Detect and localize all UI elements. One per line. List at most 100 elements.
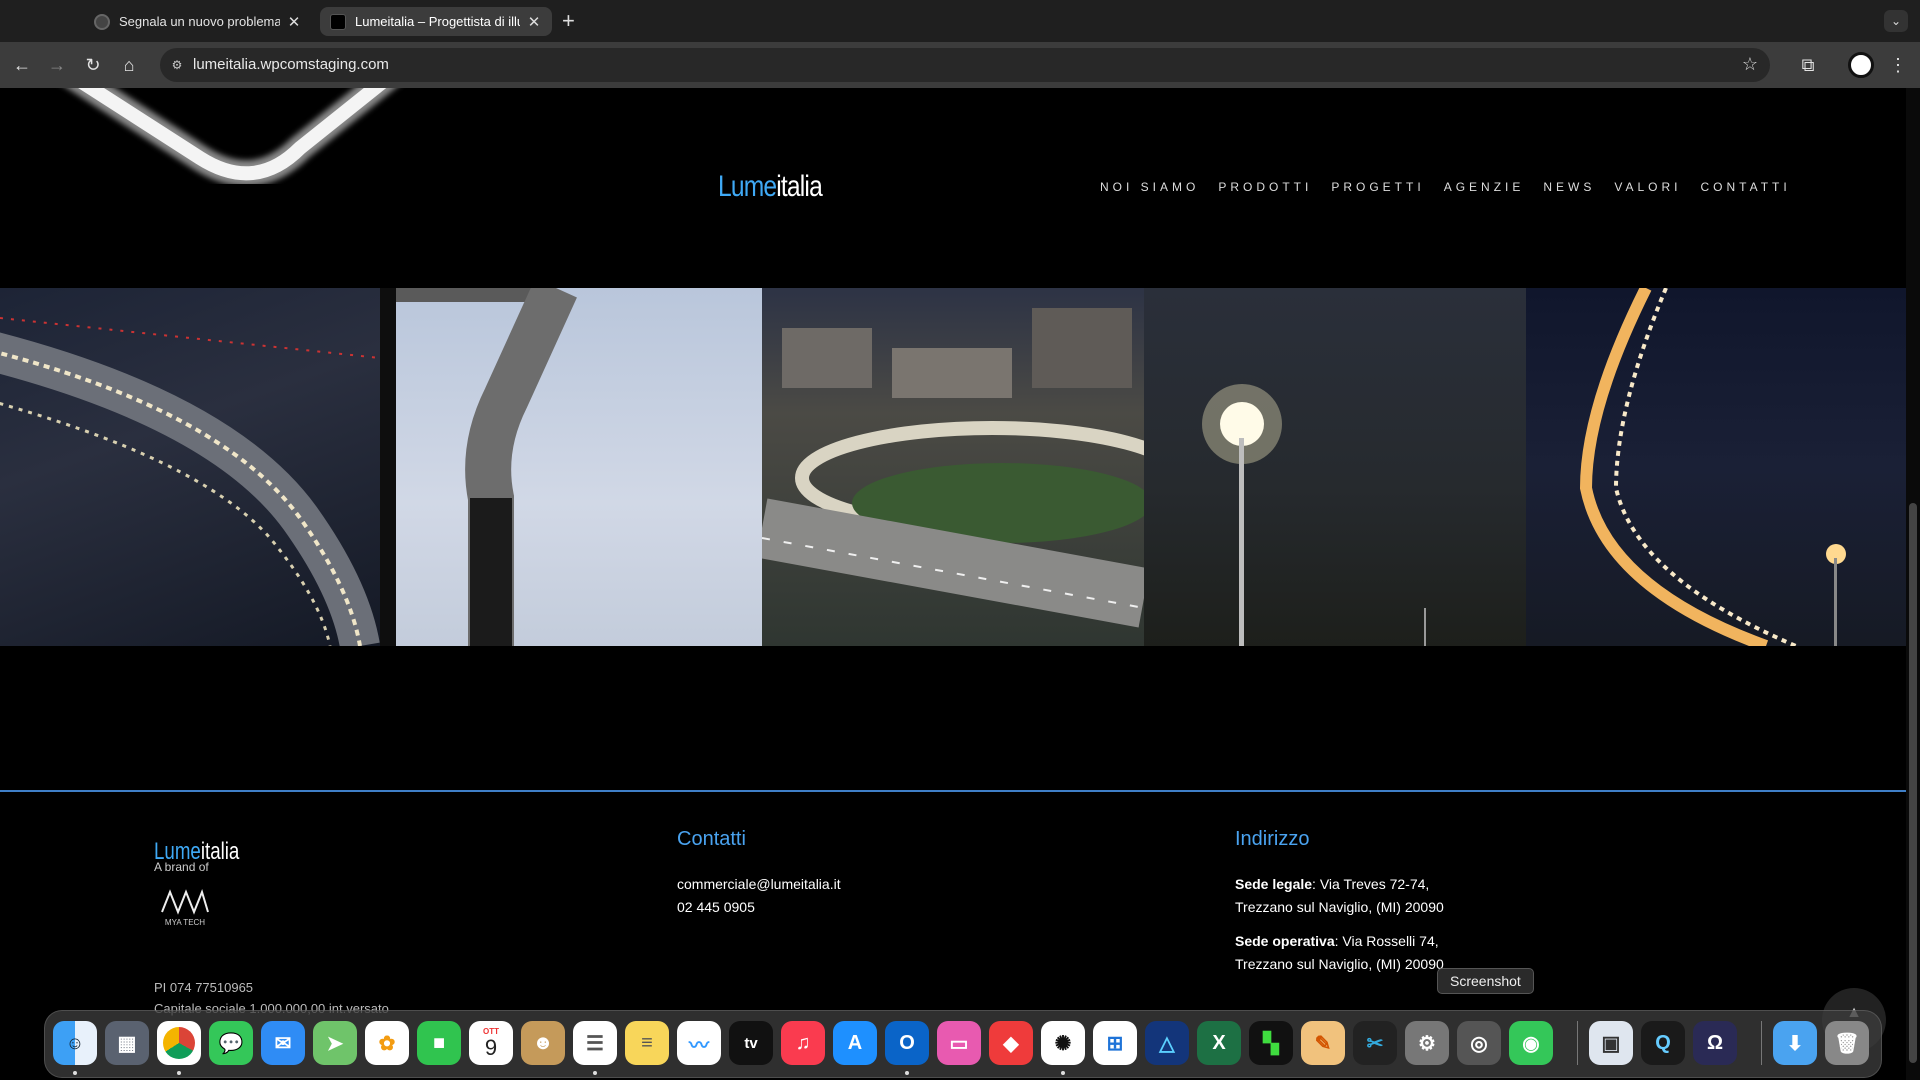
sede-operativa-city: Trezzano sul Naviglio, (MI) 20090 — [1235, 956, 1444, 972]
notes-icon[interactable]: ≡ — [625, 1021, 669, 1065]
mya-tech-logo[interactable]: MYA TECH — [158, 884, 212, 934]
contact-email-link[interactable]: commerciale@lumeitalia.it — [677, 873, 841, 896]
excel-icon[interactable]: X — [1197, 1021, 1241, 1065]
logo-part-1: Lume — [718, 170, 777, 203]
windows-app-icon[interactable]: ⊞ — [1093, 1021, 1137, 1065]
new-tab-icon[interactable]: + — [562, 8, 575, 34]
mail-icon[interactable]: ✉ — [261, 1021, 305, 1065]
mya-tech-mark-icon — [161, 888, 209, 915]
trash-icon[interactable]: 🗑 — [1825, 1021, 1869, 1065]
running-indicator — [593, 1071, 597, 1075]
project-image-strip — [0, 288, 1906, 646]
find-my-icon[interactable]: ◉ — [1509, 1021, 1553, 1065]
logo-part-2: italia — [776, 170, 822, 203]
nav-agenzie[interactable]: AGENZIE — [1444, 180, 1525, 194]
lumeitalia-favicon-icon — [330, 13, 346, 30]
bookmark-star-icon[interactable]: ☆ — [1742, 54, 1758, 75]
messages-icon[interactable]: 💬 — [209, 1021, 253, 1065]
quicktime-icon[interactable]: Q — [1641, 1021, 1685, 1065]
sede-legale-block: Sede legale: Via Treves 72-74, Trezzano … — [1235, 873, 1444, 919]
browser-tab-bar: Segnala un nuovo problema - ✕ Lumeitalia… — [0, 0, 1920, 42]
nav-contatti[interactable]: CONTATTI — [1701, 180, 1791, 194]
anydesk-icon[interactable]: ◆ — [989, 1021, 1033, 1065]
interchange-aerial-image[interactable] — [762, 288, 1144, 646]
tab-active[interactable]: Lumeitalia – Progettista di illu ✕ — [320, 7, 552, 36]
screenshot-tooltip: Screenshot — [1437, 968, 1534, 994]
dock-separator — [1761, 1021, 1762, 1065]
app-store-icon[interactable]: A — [833, 1021, 877, 1065]
tab-title: Segnala un nuovo problema - — [119, 14, 280, 29]
music-icon[interactable]: ♫ — [781, 1021, 825, 1065]
contatti-heading: Contatti — [677, 828, 746, 850]
pixelmator-icon[interactable]: ✎ — [1301, 1021, 1345, 1065]
partita-iva-text: PI 074 77510965 — [154, 980, 254, 995]
reminders-icon[interactable]: ☰ — [573, 1021, 617, 1065]
calendar-icon[interactable]: OTT 9 — [469, 1021, 513, 1065]
close-tab-icon[interactable]: ✕ — [526, 13, 542, 31]
system-settings-icon[interactable]: ⚙ — [1405, 1021, 1449, 1065]
preview-icon[interactable]: ▣ — [1589, 1021, 1633, 1065]
sede-operativa-block: Sede operativa: Via Rosselli 74, Trezzan… — [1235, 930, 1444, 976]
downloads-icon[interactable]: ⬇ — [1773, 1021, 1817, 1065]
mya-tech-label: MYA TECH — [164, 918, 206, 927]
chrome-icon[interactable] — [157, 1021, 201, 1065]
tab-search-chevron-icon[interactable]: ⌄ — [1884, 10, 1908, 32]
nav-noi-siamo[interactable]: NOI SIAMO — [1100, 180, 1199, 194]
sede-legale-city: Trezzano sul Naviglio, (MI) 20090 — [1235, 899, 1444, 915]
contact-phone-link[interactable]: 02 445 0905 — [677, 896, 841, 919]
keynote-icon[interactable]: ▭ — [937, 1021, 981, 1065]
forward-icon[interactable]: → — [43, 51, 71, 79]
home-icon[interactable]: ⌂ — [115, 51, 143, 79]
github-favicon-icon — [94, 13, 110, 30]
screenshot-icon[interactable]: ◎ — [1457, 1021, 1501, 1065]
street-lamp-image[interactable] — [380, 288, 762, 646]
tv-label: tv — [744, 1034, 758, 1052]
tv-icon[interactable]: tv — [729, 1021, 773, 1065]
highway-night-image-1[interactable] — [0, 288, 380, 646]
final-cut-icon[interactable]: ✂ — [1353, 1021, 1397, 1065]
sede-legale-street: : Via Treves 72-74, — [1312, 876, 1430, 892]
nav-valori[interactable]: VALORI — [1614, 180, 1681, 194]
facetime-icon[interactable]: ■ — [417, 1021, 461, 1065]
contatti-block: commerciale@lumeitalia.it 02 445 0905 — [677, 873, 841, 919]
back-icon[interactable]: ← — [8, 51, 36, 79]
extensions-icon[interactable]: ⧉ — [1794, 51, 1822, 79]
dictionary-icon[interactable]: Ω — [1693, 1021, 1737, 1065]
browser-toolbar: ← → ↻ ⌂ ⚙ lumeitalia.wpcomstaging.com ☆ … — [0, 42, 1920, 88]
outlook-icon[interactable]: O — [885, 1021, 929, 1065]
tab-title: Lumeitalia – Progettista di illu — [355, 14, 520, 29]
highway-night-image-2[interactable] — [1526, 288, 1906, 646]
profile-avatar[interactable] — [1848, 52, 1874, 78]
web-page: Lumeitalia NOI SIAMO PRODOTTI PROGETTI A… — [0, 88, 1906, 1080]
sede-operativa-label: Sede operativa — [1235, 933, 1335, 949]
affinity-designer-icon[interactable]: △ — [1145, 1021, 1189, 1065]
menu-kebab-icon[interactable]: ⋮ — [1884, 51, 1912, 79]
chatgpt-icon[interactable]: ✺ — [1041, 1021, 1085, 1065]
dock-separator — [1577, 1021, 1578, 1065]
launchpad-icon[interactable]: ▦ — [105, 1021, 149, 1065]
site-logo[interactable]: Lumeitalia — [718, 170, 823, 204]
reload-icon[interactable]: ↻ — [79, 51, 107, 79]
footer-divider — [0, 790, 1906, 792]
main-nav: NOI SIAMO PRODOTTI PROGETTI AGENZIE NEWS… — [1100, 180, 1810, 194]
url-text: lumeitalia.wpcomstaging.com — [193, 56, 389, 73]
close-tab-icon[interactable]: ✕ — [286, 13, 302, 31]
tab-inactive[interactable]: Segnala un nuovo problema - ✕ — [84, 7, 312, 36]
photos-icon[interactable]: ✿ — [365, 1021, 409, 1065]
address-bar[interactable]: ⚙ lumeitalia.wpcomstaging.com ☆ — [160, 48, 1770, 82]
freeform-icon[interactable]: 〰 — [677, 1021, 721, 1065]
running-indicator — [905, 1071, 909, 1075]
indirizzo-heading: Indirizzo — [1235, 828, 1310, 850]
scrollbar-thumb[interactable] — [1909, 503, 1917, 1063]
nav-prodotti[interactable]: PRODOTTI — [1218, 180, 1312, 194]
contacts-icon[interactable]: ☻ — [521, 1021, 565, 1065]
site-info-icon[interactable]: ⚙ — [168, 56, 186, 74]
finder-icon[interactable]: ☺ — [53, 1021, 97, 1065]
mtr-icon[interactable]: ▚ — [1249, 1021, 1293, 1065]
nav-progetti[interactable]: PROGETTI — [1331, 180, 1424, 194]
page-scrollbar[interactable] — [1906, 88, 1920, 1080]
maps-icon[interactable]: ➤ — [313, 1021, 357, 1065]
lamp-night-image[interactable] — [1144, 288, 1526, 646]
sede-operativa-street: : Via Rosselli 74, — [1334, 933, 1439, 949]
nav-news[interactable]: NEWS — [1543, 180, 1595, 194]
